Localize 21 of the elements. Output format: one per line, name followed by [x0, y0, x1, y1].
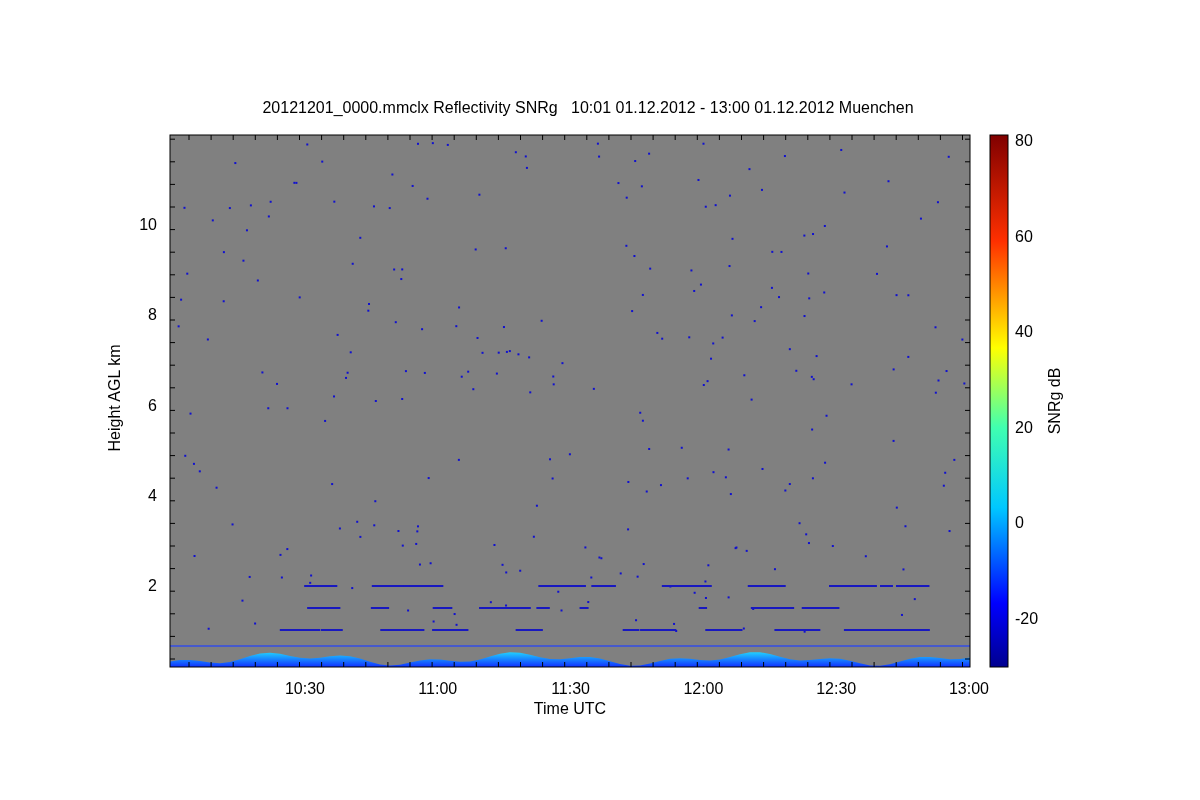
- x-tick-label: 11:00: [418, 680, 458, 697]
- colorbar-tick-label: 60: [1015, 227, 1033, 245]
- colorbar-label: SNRg dB: [1046, 367, 1063, 435]
- y-tick-label: 6: [148, 396, 157, 414]
- colorbar-tick-label: 0: [1015, 514, 1024, 532]
- x-tick-label: 10:30: [285, 680, 325, 697]
- y-tick-label: 2: [148, 577, 157, 595]
- x-tick-label: 12:00: [683, 680, 724, 697]
- colorbar-tick-label: 20: [1015, 418, 1033, 436]
- x-tick-label: 12:30: [816, 680, 857, 697]
- x-tick-label: 11:30: [551, 680, 591, 697]
- y-tick-label: 4: [148, 486, 157, 504]
- y-tick-label: 8: [148, 306, 157, 324]
- y-axis-label: Height AGL km: [106, 344, 123, 452]
- y-tick-label: 10: [139, 216, 157, 233]
- plot-title: 20121201_0000.mmclx Reflectivity SNRg 10:01 01.12.2012 - 13:00 01.12.2012 Muenchen: [262, 99, 914, 116]
- colorbar-tick-label: -20: [1015, 610, 1039, 627]
- colorbar-tick-label: 80: [1015, 132, 1033, 149]
- colorbar-tick-label: 40: [1015, 323, 1033, 341]
- x-axis-label: Time UTC: [533, 700, 607, 717]
- x-tick-label: 13:00: [949, 680, 989, 697]
